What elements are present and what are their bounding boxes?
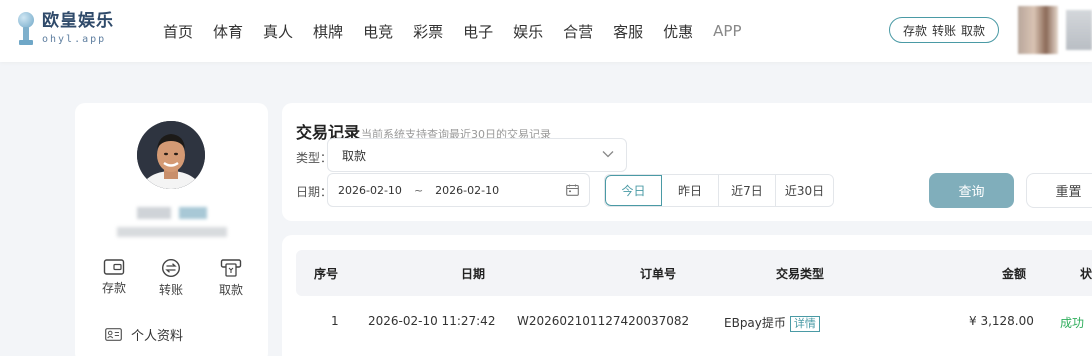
nav-item-home[interactable]: 首页	[163, 21, 193, 42]
profile-avatar	[137, 121, 205, 189]
nav-item-sports[interactable]: 体育	[213, 21, 243, 42]
nav-item-support[interactable]: 客服	[613, 21, 643, 42]
header-amount: 金额	[1002, 267, 1027, 281]
account-actions: 存款 转账 取款	[889, 17, 999, 43]
range-30days-button[interactable]: 近30日	[776, 175, 833, 206]
top-navbar: 欧皇娱乐 ohyl.app 首页 体育 真人 棋牌 电竞 彩票 电子 娱乐 合营…	[0, 0, 1092, 62]
user-avatar[interactable]	[1018, 6, 1058, 54]
query-button[interactable]: 查询	[929, 173, 1014, 208]
header-type: 交易类型	[776, 267, 825, 281]
cell-status: 成功	[1060, 316, 1085, 330]
chevron-down-icon	[602, 151, 614, 158]
cell-date: 2026-02-10 11:27:42	[368, 314, 496, 328]
nav-item-lottery[interactable]: 彩票	[413, 21, 443, 42]
nav-item-live[interactable]: 真人	[263, 21, 293, 42]
date-range-picker[interactable]: 2026-02-10 ~ 2026-02-10	[327, 173, 590, 207]
transaction-type-value: 取款	[342, 148, 367, 163]
id-card-icon	[105, 328, 122, 341]
nav-item-esports[interactable]: 电竞	[363, 21, 393, 42]
wallet-icon	[103, 259, 125, 275]
reset-button[interactable]: 重置	[1026, 173, 1092, 208]
nav-item-entertainment[interactable]: 娱乐	[513, 21, 543, 42]
range-7days-button[interactable]: 近7日	[719, 175, 776, 206]
menu-item-profile-label: 个人资料	[131, 329, 184, 344]
transaction-filter-panel: 交易记录 当前系统支持查询最近30日的交易记录 类型： 取款 日期： 2026-…	[282, 103, 1092, 221]
quick-withdraw-button[interactable]: 取款	[211, 258, 251, 298]
quick-transfer-button[interactable]: 转账	[151, 258, 191, 298]
transfer-icon	[161, 258, 181, 278]
nav-item-cards[interactable]: 棋牌	[313, 21, 343, 42]
date-end: 2026-02-10	[435, 183, 500, 197]
user-id-blurred	[117, 227, 227, 237]
header-order-no: 订单号	[640, 267, 677, 281]
header-date: 日期	[461, 267, 486, 281]
quick-transfer-label: 转账	[158, 283, 183, 297]
brand-domain: ohyl.app	[42, 34, 107, 45]
transaction-table: 序号 日期 订单号 交易类型 金额 状 1 2026-02-10 11:27:4…	[282, 235, 1092, 356]
header-status: 状	[1080, 267, 1092, 281]
nav-item-promotions[interactable]: 优惠	[663, 21, 693, 42]
menu-item-profile[interactable]: 个人资料	[105, 325, 183, 344]
deposit-link[interactable]: 存款	[903, 22, 927, 39]
cell-index: 1	[331, 314, 339, 328]
withdraw-link[interactable]: 取款	[961, 22, 985, 39]
transaction-type-select[interactable]: 取款	[327, 138, 627, 172]
nav-item-slots[interactable]: 电子	[463, 21, 493, 42]
nav-item-affiliate[interactable]: 合营	[563, 21, 593, 42]
username-blurred	[137, 207, 207, 219]
nav-item-app[interactable]: APP	[713, 22, 741, 40]
brand-logo[interactable]: 欧皇娱乐 ohyl.app	[16, 10, 114, 48]
cell-order-no: W202602101127420037082	[517, 314, 690, 328]
quick-withdraw-label: 取款	[218, 283, 243, 297]
range-today-button[interactable]: 今日	[605, 175, 662, 206]
quick-deposit-button[interactable]: 存款	[94, 258, 134, 296]
main-nav: 首页 体育 真人 棋牌 电竞 彩票 电子 娱乐 合营 客服 优惠 APP	[163, 0, 762, 62]
date-separator: ~	[413, 183, 424, 197]
quick-deposit-label: 存款	[101, 281, 126, 295]
transfer-link[interactable]: 转账	[932, 22, 956, 39]
trophy-icon	[16, 10, 36, 48]
date-start: 2026-02-10	[338, 183, 402, 197]
header-index: 序号	[314, 267, 339, 281]
table-header: 序号 日期 订单号 交易类型 金额 状	[296, 250, 1092, 296]
profile-panel: 存款 转账 取款 个人资料	[75, 103, 268, 356]
table-row: 1 2026-02-10 11:27:42 W20260210112742003…	[296, 303, 1092, 339]
cell-type: EBpay提币 详情	[724, 314, 820, 332]
detail-link[interactable]: 详情	[789, 316, 820, 332]
range-yesterday-button[interactable]: 昨日	[662, 175, 719, 206]
cell-type-label: EBpay提币	[724, 316, 786, 330]
calendar-icon	[566, 184, 579, 196]
quick-date-range-group: 今日 昨日 近7日 近30日	[604, 174, 834, 207]
brand-name: 欧皇娱乐	[42, 11, 114, 31]
user-menu[interactable]	[1066, 10, 1092, 50]
cell-amount: ¥ 3,128.00	[969, 314, 1034, 328]
withdraw-icon	[220, 259, 242, 277]
